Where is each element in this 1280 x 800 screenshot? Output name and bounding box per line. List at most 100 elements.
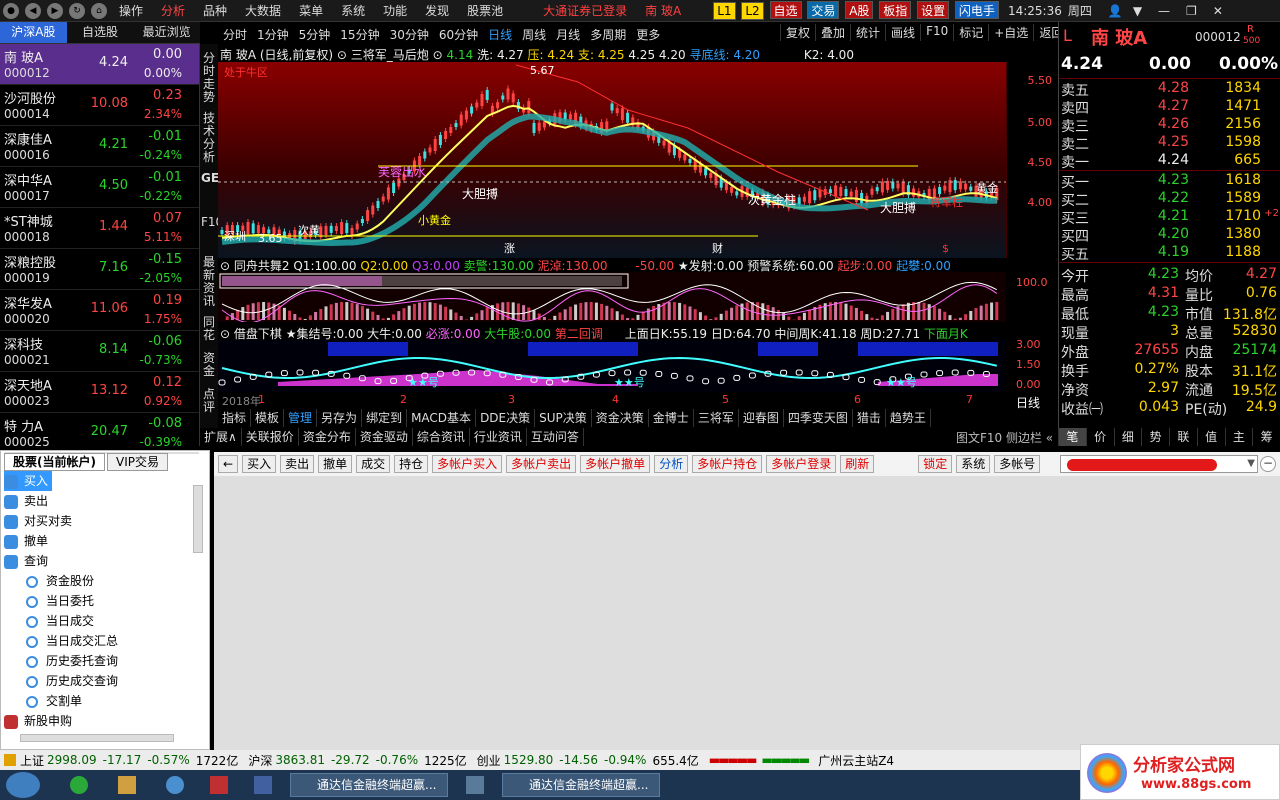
tab-stock-account[interactable]: 股票(当前帐户): [4, 453, 105, 471]
vtab-comment[interactable]: 点评: [201, 388, 217, 414]
trade-subtree-item[interactable]: 资金股份: [26, 571, 94, 591]
multi-account-button[interactable]: 刷新: [840, 455, 875, 473]
period-tab[interactable]: 5分钟: [294, 26, 336, 43]
period-tab[interactable]: 分时: [218, 26, 252, 43]
info-tab[interactable]: 关联报价: [242, 428, 299, 446]
vtab-f10[interactable]: F10: [201, 216, 223, 229]
menu-analyze[interactable]: 分析: [152, 2, 194, 19]
l1-button[interactable]: L1: [713, 1, 736, 20]
indicator2-name[interactable]: 借盘下棋: [234, 327, 282, 341]
indicator-tab[interactable]: 猎击: [853, 409, 886, 427]
info-tab[interactable]: 综合资讯: [413, 428, 470, 446]
l2-button[interactable]: L2: [741, 1, 764, 20]
f10-sidebar-link[interactable]: 图文F10 侧边栏 «: [956, 429, 1053, 446]
trade-button[interactable]: ←: [218, 455, 239, 473]
trade-right-button[interactable]: 锁定: [918, 455, 953, 473]
stock-row[interactable]: 特 力A 000025 20.47 -0.08 -0.39%: [0, 413, 199, 446]
candlestick-chart[interactable]: 处于牛区 5.67 3.65 芙蓉出水 大胆搏 次黄金柱 大胆搏 将军柱 黄金 …: [218, 62, 1006, 258]
stock-row[interactable]: 南 玻A 000012 4.24 0.00 0.00%: [0, 44, 199, 85]
indicator1-chart[interactable]: [218, 272, 1006, 322]
task-icon[interactable]: [466, 776, 484, 794]
stock-row[interactable]: 深粮控股 000019 7.16 -0.15 -2.05%: [0, 249, 199, 290]
info-tab[interactable]: 资金驱动: [356, 428, 413, 446]
vtab-news[interactable]: 最新资讯: [201, 256, 217, 308]
chart-tool-button[interactable]: 复权: [780, 24, 815, 41]
indicator-tab[interactable]: 迎春图: [739, 409, 784, 427]
task-item-2[interactable]: 通达信金融终端超赢...: [502, 773, 660, 797]
trade-subtree-item[interactable]: 历史委托查询: [26, 651, 118, 671]
user-icon[interactable]: 👤: [1108, 4, 1123, 18]
indicator1-icon[interactable]: ⊙: [220, 259, 230, 273]
period-tab[interactable]: 1分钟: [252, 26, 294, 43]
stock-row[interactable]: 深康佳A 000016 4.21 -0.01 -0.24%: [0, 126, 199, 167]
info-tab[interactable]: 扩展∧: [200, 428, 242, 446]
indicator-tab[interactable]: 管理: [284, 409, 318, 427]
period-tab[interactable]: 月线: [551, 26, 585, 43]
trade-subtree-item[interactable]: 当日成交汇总: [26, 631, 118, 651]
trade-button[interactable]: 成交: [356, 455, 391, 473]
skin-icon[interactable]: ▼: [1133, 4, 1142, 18]
trade-subtree-item[interactable]: 历史成交查询: [26, 671, 118, 691]
tree-hscrollbar[interactable]: [20, 734, 174, 742]
tab-watchlist[interactable]: 自选股: [67, 22, 134, 43]
quote-tab[interactable]: 值: [1196, 428, 1225, 446]
a-share-button[interactable]: A股: [845, 1, 874, 20]
trade-button[interactable]: 卖出: [280, 455, 315, 473]
trade-tree-item[interactable]: 对买对卖: [4, 511, 72, 531]
chart-tool-button[interactable]: 画线: [885, 24, 920, 41]
analyze-button[interactable]: 分析: [654, 455, 689, 473]
indicator-tab[interactable]: 三将军: [694, 409, 739, 427]
tab-hs-a[interactable]: 沪深A股: [0, 22, 67, 43]
menu-variety[interactable]: 品种: [194, 2, 236, 19]
quote-tab[interactable]: 细: [1113, 428, 1142, 446]
vtab-timeshare[interactable]: 分时走势: [201, 52, 217, 104]
quote-tab[interactable]: 势: [1141, 428, 1169, 446]
vtab-tonghua[interactable]: 同花: [201, 316, 217, 342]
period-tab[interactable]: 30分钟: [385, 26, 434, 43]
multi-account-button[interactable]: 多帐户卖出: [506, 455, 577, 473]
stock-row[interactable]: 深中华A 000017 4.50 -0.01 -0.22%: [0, 167, 199, 208]
indicator-tab[interactable]: MACD基本: [407, 409, 477, 427]
trade-button[interactable]: 持仓: [394, 455, 429, 473]
vtab-technical[interactable]: 技术分析: [201, 112, 217, 164]
collapse-icon[interactable]: −: [1260, 456, 1276, 472]
multi-account-button[interactable]: 多帐户买入: [432, 455, 503, 473]
indicator-tab[interactable]: 另存为: [317, 409, 363, 427]
indicator1-name[interactable]: 同舟共舞2: [234, 259, 290, 273]
indicator-dropdown-icon[interactable]: ⊙: [337, 48, 347, 62]
tree-scrollbar[interactable]: [193, 485, 203, 553]
indicator-tab[interactable]: DDE决策: [476, 409, 536, 427]
period-tab[interactable]: 多周期: [585, 26, 631, 43]
app-icon[interactable]: [210, 776, 228, 794]
period-tab[interactable]: 60分钟: [434, 26, 483, 43]
quote-tab[interactable]: 筹: [1252, 428, 1280, 446]
info-tab[interactable]: 资金分布: [299, 428, 356, 446]
indicator-tab[interactable]: 金博士: [649, 409, 694, 427]
minimize-icon[interactable]: —: [1158, 4, 1170, 18]
period-tab[interactable]: 周线: [517, 26, 551, 43]
stock-row[interactable]: 深科技 000021 8.14 -0.06 -0.73%: [0, 331, 199, 372]
stock-row[interactable]: *ST神城 000018 1.44 0.07 5.11%: [0, 208, 199, 249]
indicator-tab[interactable]: 指标: [218, 409, 252, 427]
app-icon-2[interactable]: [254, 776, 272, 794]
chevron-down-icon[interactable]: ▼: [1247, 458, 1255, 469]
chart-indicator-name[interactable]: 三将军_马后炮: [351, 48, 429, 62]
chart-mode[interactable]: (日线,前复权): [260, 48, 333, 62]
home-icon[interactable]: ⌂: [91, 2, 107, 19]
info-tab[interactable]: 互动问答: [527, 428, 584, 446]
trade-tree-item[interactable]: 买入: [4, 471, 52, 491]
trade-button[interactable]: 撤单: [318, 455, 353, 473]
browser-icon[interactable]: [70, 776, 88, 794]
period-tab[interactable]: 更多: [631, 26, 665, 43]
logo-icon[interactable]: ●: [3, 2, 19, 19]
multi-account-button[interactable]: 多帐户持仓: [692, 455, 763, 473]
trade-button[interactable]: 交易: [807, 1, 840, 20]
board-index-button[interactable]: 板指: [879, 1, 912, 20]
menu-bigdata[interactable]: 大数据: [236, 2, 290, 19]
lightning-button[interactable]: 闪电手: [954, 1, 999, 20]
stock-row[interactable]: 沙河股份 000014 10.08 0.23 2.34%: [0, 85, 199, 126]
indicator2-icon[interactable]: ⊙: [220, 327, 230, 341]
quote-tab[interactable]: 笔: [1058, 428, 1086, 446]
trade-right-button[interactable]: 系统: [956, 455, 991, 473]
media-icon[interactable]: [166, 776, 184, 794]
